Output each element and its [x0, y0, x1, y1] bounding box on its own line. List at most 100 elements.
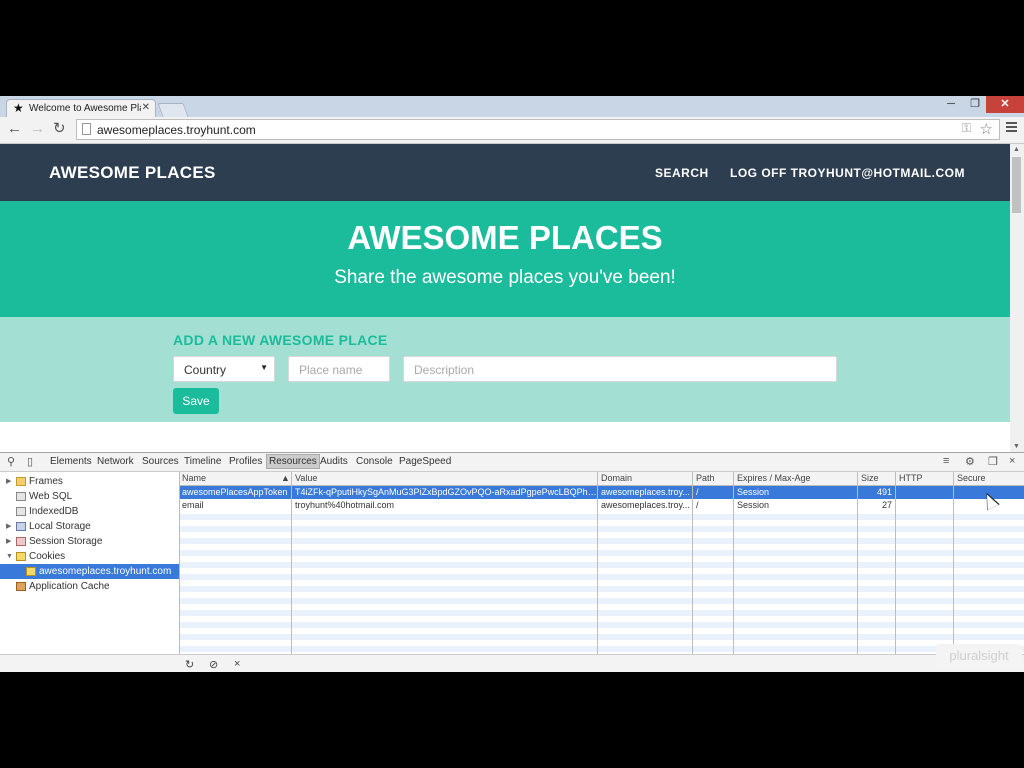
cell-size: 491	[876, 487, 892, 497]
clear-all-icon[interactable]: ⊘	[209, 658, 218, 671]
tab-close-icon[interactable]: ✕	[142, 102, 150, 113]
forward-arrow-icon[interactable]: →	[30, 121, 45, 137]
browser-tab[interactable]: ★ Welcome to Awesome Pla ✕	[6, 99, 156, 117]
scroll-up-arrow-icon[interactable]: ▲	[1013, 146, 1020, 153]
country-select[interactable]: Country ▼	[173, 356, 275, 382]
sidebar-item-local-storage[interactable]: ▶ Local Storage	[0, 519, 179, 534]
sidebar-item-label: Frames	[29, 476, 63, 487]
devtools-toolbar: ⚲ ▯ Elements Network Sources Timeline Pr…	[0, 453, 1024, 472]
search-link[interactable]: SEARCH	[655, 166, 709, 180]
row-stripe	[180, 598, 1024, 604]
new-tab-button[interactable]	[157, 103, 189, 117]
sidebar-item-application-cache[interactable]: Application Cache	[0, 579, 179, 594]
minimize-button[interactable]: ─	[938, 96, 964, 113]
column-header-name[interactable]: Name	[182, 473, 206, 483]
row-stripe	[180, 574, 1024, 580]
inspect-search-icon[interactable]: ⚲	[7, 455, 15, 468]
row-stripe	[180, 610, 1024, 616]
column-header-value[interactable]: Value	[295, 473, 317, 483]
close-window-button[interactable]: ✕	[986, 96, 1024, 113]
cookies-table: Name ▲ Value Domain Path Expires / Max-A…	[180, 472, 1024, 654]
save-button[interactable]: Save	[173, 388, 219, 414]
scroll-down-arrow-icon[interactable]: ▼	[1013, 443, 1020, 450]
sidebar-item-indexeddb[interactable]: IndexedDB	[0, 504, 179, 519]
tab-title: Welcome to Awesome Pla	[29, 103, 141, 114]
expand-triangle-icon[interactable]: ▶	[6, 474, 11, 489]
column-header-domain[interactable]: Domain	[601, 473, 632, 483]
delete-icon[interactable]: ×	[234, 658, 240, 670]
site-brand[interactable]: AWESOME PLACES	[49, 163, 216, 183]
column-divider[interactable]	[953, 472, 954, 654]
column-header-size[interactable]: Size	[861, 473, 879, 483]
back-arrow-icon[interactable]: ←	[7, 121, 22, 137]
tab-profiles[interactable]: Profiles	[227, 456, 264, 467]
page-scrollbar[interactable]: ▲ ▼	[1010, 144, 1024, 452]
column-divider[interactable]	[733, 472, 734, 654]
close-devtools-icon[interactable]: ×	[1009, 455, 1015, 467]
hero-title: AWESOME PLACES	[347, 219, 663, 256]
cell-path: /	[696, 487, 699, 497]
description-input[interactable]: Description	[403, 356, 837, 382]
tab-console[interactable]: Console	[354, 456, 395, 467]
table-row[interactable]: email troyhunt%40hotmail.com awesomeplac…	[180, 499, 1024, 512]
row-stripe	[180, 622, 1024, 628]
tab-network[interactable]: Network	[95, 456, 136, 467]
sidebar-item-web-sql[interactable]: Web SQL	[0, 489, 179, 504]
title-bar: ★ Welcome to Awesome Pla ✕ ─ ❐ ✕	[0, 96, 1024, 117]
dock-icon[interactable]: ❐	[988, 455, 998, 468]
database-icon	[16, 507, 26, 516]
sidebar-item-frames[interactable]: ▶ Frames	[0, 474, 179, 489]
row-stripe	[180, 562, 1024, 568]
row-stripe	[180, 634, 1024, 640]
column-header-secure[interactable]: Secure	[957, 473, 986, 483]
bookmark-star-icon[interactable]: ☆	[980, 120, 993, 138]
cell-domain: awesomeplaces.troy...	[601, 500, 690, 510]
reload-icon[interactable]: ↻	[53, 121, 66, 137]
scrollbar-thumb[interactable]	[1012, 157, 1021, 213]
url-text[interactable]: awesomeplaces.troyhunt.com	[97, 123, 256, 137]
web-page: AWESOME PLACES SEARCH LOG OFF TROYHUNT@H…	[0, 144, 1010, 452]
gear-icon[interactable]: ⚙	[965, 455, 975, 468]
sidebar-item-label: Application Cache	[29, 581, 110, 592]
refresh-icon[interactable]: ↻	[185, 658, 194, 671]
application-cache-icon	[16, 582, 26, 591]
collapse-triangle-icon[interactable]: ▼	[6, 549, 13, 564]
place-name-input[interactable]: Place name	[288, 356, 390, 382]
drawer-toggle-icon[interactable]: ≡	[943, 455, 949, 467]
expand-triangle-icon[interactable]: ▶	[6, 534, 11, 549]
sidebar-item-session-storage[interactable]: ▶ Session Storage	[0, 534, 179, 549]
hero-subtitle: Share the awesome places you've been!	[334, 267, 676, 288]
address-bar[interactable]: awesomeplaces.troyhunt.com ⚿ ☆	[76, 119, 1000, 140]
star-favicon-icon: ★	[13, 101, 24, 115]
storage-grid-icon	[16, 522, 26, 531]
tab-timeline[interactable]: Timeline	[182, 456, 223, 467]
key-icon[interactable]: ⚿	[962, 121, 971, 136]
sidebar-item-cookie-domain[interactable]: awesomeplaces.troyhunt.com	[0, 564, 179, 579]
sidebar-item-label: Cookies	[29, 551, 66, 562]
tab-resources[interactable]: Resources	[266, 454, 320, 469]
sort-ascending-icon[interactable]: ▲	[281, 473, 290, 483]
column-header-expires[interactable]: Expires / Max-Age	[737, 473, 811, 483]
expand-triangle-icon[interactable]: ▶	[6, 519, 11, 534]
sidebar-item-label: Web SQL	[29, 491, 73, 502]
column-divider[interactable]	[597, 472, 598, 654]
row-stripe	[180, 526, 1024, 532]
browser-window: ★ Welcome to Awesome Pla ✕ ─ ❐ ✕ ← → ↻ a…	[0, 96, 1024, 672]
tab-audits[interactable]: Audits	[318, 456, 350, 467]
column-header-path[interactable]: Path	[696, 473, 715, 483]
tab-pagespeed[interactable]: PageSpeed	[397, 456, 453, 467]
maximize-button[interactable]: ❐	[962, 96, 988, 113]
log-off-link[interactable]: LOG OFF TROYHUNT@HOTMAIL.COM	[730, 166, 965, 180]
sidebar-item-cookies[interactable]: ▼ Cookies	[0, 549, 179, 564]
tab-sources[interactable]: Sources	[140, 456, 181, 467]
column-divider[interactable]	[291, 472, 292, 654]
device-mode-icon[interactable]: ▯	[27, 455, 33, 468]
column-header-http[interactable]: HTTP	[899, 473, 923, 483]
column-divider[interactable]	[692, 472, 693, 654]
menu-icon[interactable]	[1006, 122, 1017, 134]
table-row[interactable]: awesomePlacesAppToken T4iZFk-qPputiHkySg…	[180, 486, 1024, 499]
column-divider[interactable]	[857, 472, 858, 654]
cell-value: troyhunt%40hotmail.com	[295, 500, 395, 510]
tab-elements[interactable]: Elements	[48, 456, 94, 467]
column-divider[interactable]	[895, 472, 896, 654]
